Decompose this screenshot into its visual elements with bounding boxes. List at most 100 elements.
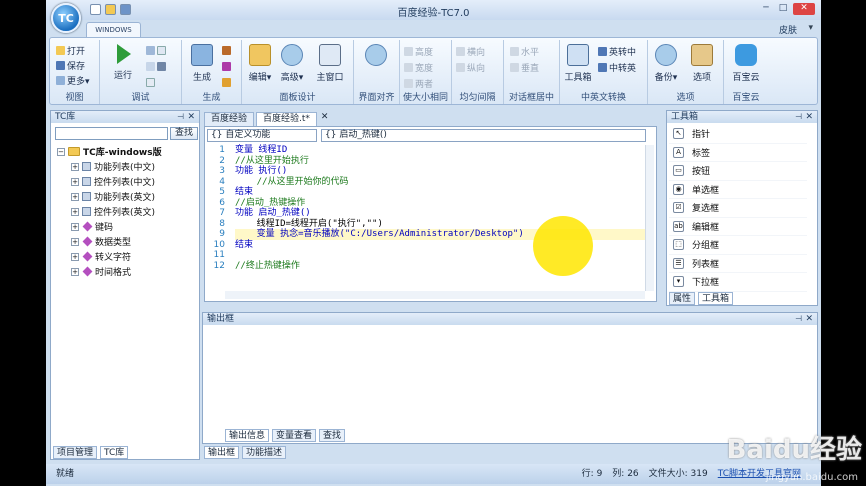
- save-button[interactable]: 保存: [56, 59, 85, 72]
- expand-toggle-icon[interactable]: −: [57, 147, 65, 156]
- tab-tc-library[interactable]: TC库: [100, 446, 129, 459]
- code-line[interactable]: 功能 执行(): [235, 166, 645, 177]
- open-button[interactable]: 打开: [56, 44, 85, 57]
- tree-item[interactable]: + 功能列表(英文): [57, 189, 162, 204]
- close-icon[interactable]: ✕: [805, 111, 813, 123]
- tab-function-description[interactable]: 功能描述: [242, 446, 287, 459]
- tree-item[interactable]: + 数据类型: [57, 234, 162, 249]
- tab-find[interactable]: 查找: [319, 429, 346, 442]
- toolbox-item[interactable]: ☑ 复选框: [669, 199, 807, 218]
- tree-item[interactable]: − TC库-windows版: [57, 144, 162, 159]
- expand-toggle-icon[interactable]: +: [71, 192, 79, 201]
- center-horizontal-button[interactable]: 水平: [510, 45, 539, 58]
- toolbox-item[interactable]: ▾ 下拉框: [669, 273, 807, 292]
- tab-toolbox[interactable]: 工具箱: [698, 292, 734, 305]
- code-line[interactable]: //启动_热键操作: [235, 198, 645, 209]
- cn-to-en-button[interactable]: 中转英: [598, 61, 636, 74]
- advanced-button[interactable]: 高级▾: [276, 44, 308, 83]
- toolbox-item[interactable]: ☰ 列表框: [669, 255, 807, 273]
- space-vertical-button[interactable]: 纵向: [456, 61, 485, 74]
- tree-item[interactable]: + 时间格式: [57, 264, 162, 279]
- code-line[interactable]: 功能 启动_热键(): [235, 208, 645, 219]
- library-search-button[interactable]: 查找: [170, 127, 198, 140]
- tree-item[interactable]: + 控件列表(英文): [57, 204, 162, 219]
- maximize-button[interactable]: □: [776, 3, 790, 15]
- close-doc-icon[interactable]: ✕: [321, 112, 329, 126]
- tree-item[interactable]: + 功能列表(中文): [57, 159, 162, 174]
- same-both-button[interactable]: 两者: [404, 77, 433, 90]
- baidu-cloud-button[interactable]: 百宝云: [730, 44, 762, 83]
- doc-tab-active[interactable]: 百度经验.t*: [256, 112, 317, 126]
- panel-title: 输出框: [207, 314, 235, 324]
- code-line[interactable]: 变量 线程ID: [235, 145, 645, 156]
- library-search-input[interactable]: [55, 127, 168, 140]
- tab-variable-watch[interactable]: 变量查看: [272, 429, 317, 442]
- code-editor[interactable]: {} 自定义功能 {} 启动_热键() 1 2 3 4 5 6 7 8 9 10 11 12 变量 线…: [204, 126, 657, 302]
- expand-toggle-icon[interactable]: +: [71, 177, 79, 186]
- code-line[interactable]: //从这里开始你的代码: [235, 177, 645, 188]
- expand-toggle-icon[interactable]: +: [71, 237, 79, 246]
- toolbox-item[interactable]: ↖ 指针: [669, 125, 807, 144]
- same-width-button[interactable]: 宽度: [404, 61, 433, 74]
- pin-icon[interactable]: ⊣: [795, 111, 802, 123]
- debug-small-icon[interactable]: [146, 46, 168, 57]
- code-line[interactable]: //从这里开始执行: [235, 156, 645, 167]
- options-button[interactable]: 选项: [686, 44, 718, 83]
- pin-icon[interactable]: ⊣: [177, 111, 184, 123]
- baidu-watermark-url: jingyan.baidu.com: [765, 472, 858, 483]
- expand-toggle-icon[interactable]: +: [71, 162, 79, 171]
- close-button[interactable]: ✕: [793, 3, 815, 15]
- space-horizontal-button[interactable]: 横向: [456, 45, 485, 58]
- build-small-icon[interactable]: [222, 78, 233, 89]
- more-button[interactable]: 更多▾: [56, 74, 90, 87]
- pin-icon[interactable]: ⊣: [795, 313, 802, 325]
- toolbox-item[interactable]: ⬚ 分组框: [669, 236, 807, 255]
- tab-output-box[interactable]: 输出框: [204, 446, 240, 459]
- toolbox-item[interactable]: ▭ 按钮: [669, 162, 807, 181]
- editor-vertical-scrollbar[interactable]: [645, 145, 654, 291]
- tree-item[interactable]: + 键码: [57, 219, 162, 234]
- editor-horizontal-scrollbar[interactable]: [225, 291, 645, 299]
- main-window-button[interactable]: 主窗口: [314, 44, 346, 83]
- skin-dropdown-icon[interactable]: ▾: [808, 23, 813, 33]
- edit-button[interactable]: 编辑▾: [244, 44, 276, 83]
- build-small-icon[interactable]: [222, 46, 233, 57]
- build-button[interactable]: 生成: [186, 44, 218, 83]
- tree-item[interactable]: + 控件列表(中文): [57, 174, 162, 189]
- tab-project-manager[interactable]: 项目管理: [53, 446, 98, 459]
- tab-properties[interactable]: 属性: [669, 292, 696, 305]
- run-button[interactable]: 运行: [107, 44, 139, 81]
- expand-toggle-icon[interactable]: +: [71, 222, 79, 231]
- close-icon[interactable]: ✕: [805, 313, 813, 325]
- doc-tab[interactable]: 百度经验: [204, 112, 255, 126]
- backup-button[interactable]: 备份▾: [650, 44, 682, 83]
- tab-output-info[interactable]: 输出信息: [225, 429, 270, 442]
- skin-menu[interactable]: 皮肤: [779, 23, 797, 36]
- en-to-cn-button[interactable]: 英转中: [598, 45, 636, 58]
- toolbox-button[interactable]: 工具箱: [562, 44, 594, 83]
- code-line[interactable]: 结束: [235, 187, 645, 198]
- toolbox-item[interactable]: ◉ 单选框: [669, 181, 807, 199]
- debug-small-icon[interactable]: [146, 78, 157, 89]
- build-small-icon[interactable]: [222, 62, 233, 73]
- toolbox-item[interactable]: ab 编辑框: [669, 218, 807, 236]
- toolbox-item-label: 标签: [692, 148, 711, 159]
- center-vertical-button[interactable]: 垂直: [510, 61, 539, 74]
- debug-small-icon[interactable]: [146, 62, 168, 73]
- ribbon-tab-windows[interactable]: WINDOWS: [86, 22, 141, 38]
- toolbox-item-label: 单选框: [692, 185, 720, 196]
- function-scope-select[interactable]: {} 自定义功能: [207, 129, 317, 142]
- list-icon: [82, 207, 91, 216]
- same-height-button[interactable]: 高度: [404, 45, 433, 58]
- app-logo-button[interactable]: TC: [51, 3, 81, 33]
- line-number: 10: [213, 239, 225, 250]
- toolbox-item[interactable]: A 标签: [669, 144, 807, 162]
- expand-toggle-icon[interactable]: +: [71, 267, 79, 276]
- tree-item[interactable]: + 转义字符: [57, 249, 162, 264]
- minimize-button[interactable]: ─: [759, 3, 773, 15]
- close-icon[interactable]: ✕: [187, 111, 195, 123]
- expand-toggle-icon[interactable]: +: [71, 207, 79, 216]
- function-select[interactable]: {} 启动_热键(): [321, 129, 646, 142]
- ui-align-button[interactable]: [360, 44, 392, 70]
- expand-toggle-icon[interactable]: +: [71, 252, 79, 261]
